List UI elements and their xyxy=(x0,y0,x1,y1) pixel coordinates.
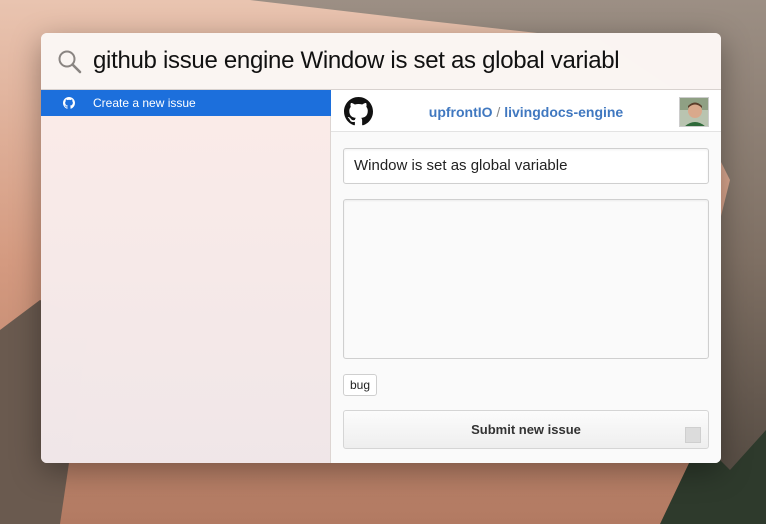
label-tag-bug[interactable]: bug xyxy=(343,374,378,396)
spotlight-window: github issue engine Window is set as glo… xyxy=(41,33,721,463)
repo-separator: / xyxy=(496,104,501,120)
user-avatar-icon xyxy=(680,98,708,126)
issue-title-field[interactable]: Window is set as global variable xyxy=(343,148,709,184)
avatar xyxy=(679,97,709,127)
repo-name-link[interactable]: livingdocs-engine xyxy=(504,104,623,120)
search-input[interactable]: github issue engine Window is set as glo… xyxy=(93,45,713,77)
repo-owner-link[interactable]: upfrontIO xyxy=(429,104,493,120)
result-item-label: Create a new issue xyxy=(93,96,196,110)
preview-header: upfrontIO / livingdocs-engine xyxy=(331,90,721,132)
issue-preview-panel: upfrontIO / livingdocs-engine Window is … xyxy=(331,90,721,463)
results-list: Create a new issue xyxy=(41,90,331,463)
issue-body-field[interactable] xyxy=(343,199,709,359)
github-logo-icon xyxy=(344,97,373,126)
search-icon xyxy=(58,50,82,74)
submit-issue-button[interactable]: Submit new issue xyxy=(343,410,709,449)
repo-path: upfrontIO / livingdocs-engine xyxy=(391,103,661,121)
result-item-create-issue[interactable]: Create a new issue xyxy=(41,90,331,116)
submit-status-indicator xyxy=(685,427,701,443)
search-bar[interactable]: github issue engine Window is set as glo… xyxy=(41,33,721,90)
github-icon xyxy=(63,97,75,109)
